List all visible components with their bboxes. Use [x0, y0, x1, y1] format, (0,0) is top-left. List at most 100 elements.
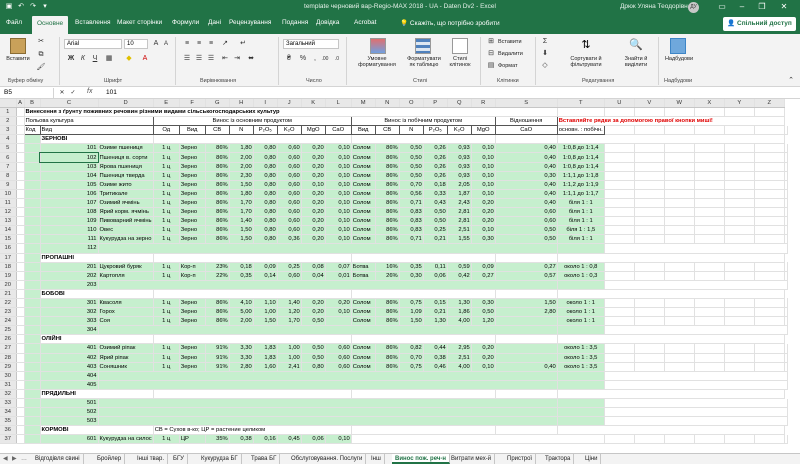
grid-cell[interactable]: 0,60: [277, 189, 302, 199]
grid-cell[interactable]: [16, 353, 25, 363]
grid-cell[interactable]: [784, 189, 788, 199]
restore-icon[interactable]: ❐: [755, 1, 769, 13]
grid-cell[interactable]: [724, 316, 755, 327]
header-main-5[interactable]: CaO: [324, 125, 352, 136]
cell-table[interactable]: A B C D E F G H I J K L M N O P Q R S T U V W X Y Z 1 Винесення з ґ…: [0, 99, 788, 445]
byproduct-kind[interactable]: Ботва: [351, 271, 376, 281]
grid-cell[interactable]: 0,30: [495, 171, 558, 181]
grid-cell[interactable]: [24, 362, 41, 372]
row-header[interactable]: 29: [0, 362, 17, 372]
grid-cell[interactable]: [604, 271, 635, 281]
grid-cell[interactable]: [754, 107, 785, 118]
grid-cell[interactable]: [754, 298, 785, 309]
grid-cell[interactable]: [16, 425, 25, 436]
grid-cell[interactable]: [724, 307, 755, 318]
crop-code[interactable]: 201: [40, 262, 99, 272]
grid-cell[interactable]: [24, 371, 41, 381]
grid-cell[interactable]: [604, 180, 635, 190]
unit[interactable]: 1 ц: [153, 162, 180, 172]
grid-cell[interactable]: [754, 262, 785, 272]
grid-cell[interactable]: [754, 343, 785, 354]
grid-cell[interactable]: 1,50: [229, 225, 254, 236]
grid-cell[interactable]: [16, 289, 25, 299]
sheet-tab[interactable]: Пристрої: [504, 454, 537, 464]
grid-cell[interactable]: [557, 134, 785, 145]
unit[interactable]: 1 ц: [153, 362, 180, 372]
header-code[interactable]: Код: [23, 125, 41, 136]
grid-cell[interactable]: [634, 298, 665, 309]
grid-cell[interactable]: [351, 289, 496, 299]
grid-cell[interactable]: 0,80: [253, 198, 278, 209]
grid-cell[interactable]: [664, 180, 695, 190]
byproduct-kind[interactable]: Солом: [351, 343, 376, 354]
grid-cell[interactable]: 2,30: [229, 171, 254, 181]
grid-cell[interactable]: [16, 162, 25, 172]
grid-cell[interactable]: [694, 362, 725, 372]
grid-cell[interactable]: 1,10: [253, 298, 278, 309]
crop-code[interactable]: 402: [40, 353, 99, 363]
grid-cell[interactable]: 1,00: [253, 307, 278, 318]
grid-cell[interactable]: 4,00: [447, 316, 472, 327]
grid-cell[interactable]: 0,09: [471, 262, 496, 272]
product-kind[interactable]: Зерно: [179, 198, 206, 209]
grid-cell[interactable]: 3,30: [229, 343, 254, 354]
grid-cell[interactable]: 0,60: [277, 225, 302, 236]
ratio[interactable]: 1:1,1 до 1:1,7: [557, 189, 605, 199]
sheet-tab[interactable]: Кукурудза БГ: [198, 454, 242, 464]
grid-cell[interactable]: [24, 334, 41, 345]
grid-cell[interactable]: [694, 316, 725, 327]
grid-cell[interactable]: [16, 389, 25, 400]
row-header[interactable]: 6: [0, 152, 17, 163]
grid-cell[interactable]: 0,40: [495, 180, 558, 190]
product-kind[interactable]: Зерно: [179, 171, 206, 181]
grid-cell[interactable]: 0,10: [471, 180, 496, 190]
byproduct-kind[interactable]: Солом: [351, 152, 376, 163]
column-header-l[interactable]: L: [325, 99, 352, 108]
grid-cell[interactable]: 86%: [205, 171, 230, 181]
grid-cell[interactable]: 0,60: [325, 343, 352, 354]
grid-cell[interactable]: [664, 162, 695, 172]
accounting-format-icon[interactable]: ₴: [284, 54, 294, 64]
grid-cell[interactable]: [16, 362, 25, 372]
grid-cell[interactable]: [495, 316, 558, 327]
ratio[interactable]: около 1 : 3,5: [557, 353, 605, 363]
grid-cell[interactable]: 1,60: [253, 362, 278, 372]
grid-cell[interactable]: [351, 334, 496, 345]
formula-input[interactable]: 101: [106, 88, 117, 98]
grid-cell[interactable]: 86%: [205, 216, 230, 227]
grid-cell[interactable]: 0,50: [301, 353, 326, 363]
grid-cell[interactable]: [634, 262, 665, 272]
crop-code[interactable]: 501: [40, 398, 99, 409]
grid-cell[interactable]: 0,06: [423, 271, 448, 281]
byproduct-kind[interactable]: Солом: [351, 162, 376, 172]
grid-cell[interactable]: 1,20: [277, 307, 302, 318]
row-header[interactable]: 13: [0, 216, 17, 227]
byproduct-kind[interactable]: Солом: [351, 198, 376, 209]
ratio[interactable]: 1:0,8 до 1:1,4: [557, 152, 605, 163]
grid-cell[interactable]: [724, 234, 755, 245]
ratio[interactable]: около 1 : 0,3: [557, 271, 605, 281]
grid-cell[interactable]: [98, 407, 558, 418]
format-painter-icon[interactable]: 🖌: [36, 63, 46, 73]
grid-cell[interactable]: [694, 234, 725, 245]
grid-cell[interactable]: [16, 416, 25, 427]
row-header[interactable]: 11: [0, 198, 17, 209]
grid-cell[interactable]: 0,93: [447, 162, 472, 172]
grid-cell[interactable]: 0,10: [471, 189, 496, 199]
product-kind[interactable]: Зерно: [179, 343, 206, 354]
sheet-tab[interactable]: БГУ: [170, 454, 188, 464]
product-kind[interactable]: Зерно: [179, 225, 206, 236]
grid-cell[interactable]: 0,50: [399, 162, 424, 172]
crop-code[interactable]: 401: [40, 343, 99, 354]
grid-cell[interactable]: [604, 280, 788, 290]
grid-cell[interactable]: 0,06: [301, 434, 326, 445]
grid-cell[interactable]: [784, 152, 788, 163]
grid-cell[interactable]: [724, 189, 755, 199]
byproduct-kind[interactable]: Солом: [351, 316, 376, 327]
unit[interactable]: 1 ц: [153, 152, 180, 163]
tab-view[interactable]: Подання: [282, 19, 308, 26]
ratio[interactable]: біля 1 : 1: [557, 198, 605, 209]
align-right-icon[interactable]: ☰: [206, 54, 216, 64]
byproduct-kind[interactable]: Солом: [351, 362, 376, 372]
grid-cell[interactable]: [24, 253, 41, 263]
